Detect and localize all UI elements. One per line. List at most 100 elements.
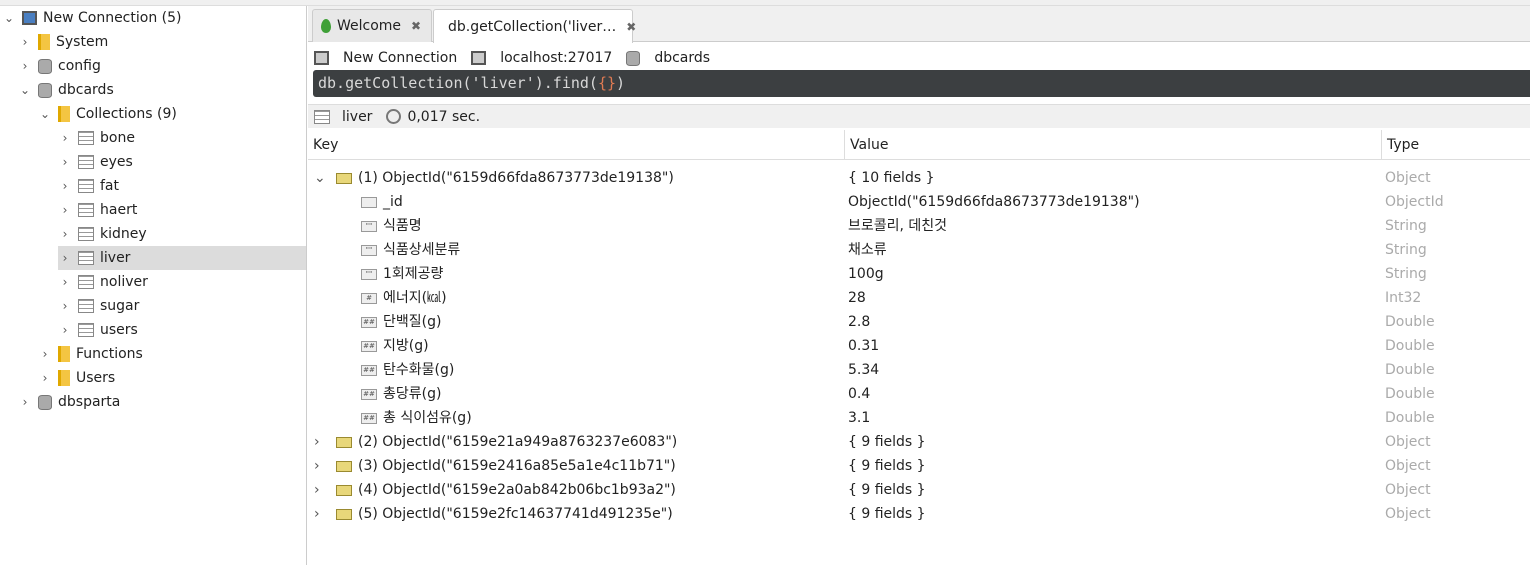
chevron-right-icon[interactable]: › [314,454,320,478]
tree-node-label: noliver [100,274,148,290]
tree-node-label: Functions [76,346,143,362]
table-row[interactable]: ## 단백질(g) 2.8 Double [308,310,1530,334]
row-type: Object [1385,434,1431,450]
tree-node[interactable]: › sugar [58,294,306,318]
folder-icon [58,346,70,362]
table-row[interactable]: ## 총 식이섬유(g) 3.1 Double [308,406,1530,430]
chevron-right-icon[interactable]: › [38,342,52,366]
connection-label: New Connection (5) [43,10,182,26]
chevron-right-icon[interactable]: › [58,318,72,342]
table-row[interactable]: › (2) ObjectId("6159e21a949a8763237e6083"… [308,430,1530,454]
table-row[interactable]: _id ObjectId("6159d66fda8673773de19138") O… [308,190,1530,214]
chevron-right-icon[interactable]: › [58,174,72,198]
tree-node[interactable]: › noliver [58,270,306,294]
chevron-down-icon[interactable]: ⌄ [38,102,52,126]
table-row[interactable]: › (5) ObjectId("6159e2fc14637741d491235e"… [308,502,1530,526]
row-key: (4) ObjectId("6159e2a0ab842b06bc1b93a2") [358,482,676,498]
column-type[interactable]: Type [1382,130,1530,160]
tree-node[interactable]: ⌄ Collections (9) [38,102,177,126]
row-key: (2) ObjectId("6159e21a949a8763237e6083") [358,434,678,450]
row-key: 에너지(㎉) [383,290,447,306]
chevron-right-icon[interactable]: › [58,294,72,318]
tree-node[interactable]: › kidney [58,222,306,246]
row-type: Object [1385,458,1431,474]
chevron-right-icon[interactable]: › [38,366,52,390]
status-time: 0,017 sec. [407,108,481,125]
tree-node[interactable]: › config [18,54,101,78]
chevron-down-icon[interactable]: ⌄ [18,78,32,102]
tab-query[interactable]: db.getCollection('liver… ✖ [433,9,636,43]
query-text: db.getCollection('liver').find( [318,74,598,92]
main-panel: Welcome ✖ db.getCollection('liver… ✖ New C… [308,6,1530,565]
row-key: (3) ObjectId("6159e2416a85e5a1e4c11b71") [358,458,676,474]
table-row[interactable]: ## 탄수화물(g) 5.34 Double [308,358,1530,382]
row-value: 0.4 [848,386,871,402]
tree-connection[interactable]: ⌄ New Connection (5) [2,6,182,30]
chevron-right-icon[interactable]: › [58,126,72,150]
string-type-icon: "" [361,220,377,232]
chevron-right-icon[interactable]: › [314,430,320,454]
chevron-right-icon[interactable]: › [58,198,72,222]
close-icon[interactable]: ✖ [411,19,421,33]
collection-icon [78,299,94,313]
chevron-right-icon[interactable]: › [18,54,32,78]
tree-node[interactable]: › users [58,318,306,342]
folder-icon [58,106,70,122]
collection-icon [78,323,94,337]
tree-node-label: dbsparta [58,394,121,410]
row-key: 탄수화물(g) [383,362,455,378]
tree-node[interactable]: › dbsparta [18,390,121,414]
query-close: ) [616,74,626,92]
table-row[interactable]: "" 식품상세분류 채소류 String [308,238,1530,262]
query-editor[interactable]: db.getCollection('liver').find({}) [313,70,1530,97]
clock-icon [386,109,402,124]
chevron-right-icon[interactable]: › [18,30,32,54]
row-type: String [1385,218,1427,234]
chevron-right-icon[interactable]: › [58,150,72,174]
chevron-down-icon[interactable]: ⌄ [314,166,326,190]
column-value[interactable]: Value [845,130,1382,160]
table-row[interactable]: › (3) ObjectId("6159e2416a85e5a1e4c11b71"… [308,454,1530,478]
row-value: 채소류 [848,242,887,258]
chevron-right-icon[interactable]: › [18,390,32,414]
close-icon[interactable]: ✖ [626,20,636,34]
string-type-icon: "" [361,268,377,280]
row-value: 0.31 [848,338,880,354]
tree-node[interactable]: › liver [58,246,306,270]
row-value: { 10 fields } [848,170,935,186]
table-row[interactable]: › (4) ObjectId("6159e2a0ab842b06bc1b93a2"… [308,478,1530,502]
database-icon [38,82,52,98]
table-row[interactable]: ## 지방(g) 0.31 Double [308,334,1530,358]
collection-icon [78,275,94,289]
chevron-right-icon[interactable]: › [58,270,72,294]
tree-node[interactable]: ⌄ dbcards [18,78,114,102]
tree-node[interactable]: › Functions [38,342,143,366]
chevron-right-icon[interactable]: › [58,246,72,270]
computer-icon [22,11,37,25]
objectid-type-icon [361,196,377,208]
table-row[interactable]: ## 총당류(g) 0.4 Double [308,382,1530,406]
breadcrumb: New Connection localhost:27017 dbcards [314,45,710,71]
tree-node[interactable]: › bone [58,126,306,150]
table-row[interactable]: # 에너지(㎉) 28 Int32 [308,286,1530,310]
tree-node[interactable]: › Users [38,366,115,390]
chevron-right-icon[interactable]: › [314,502,320,526]
row-type: Double [1385,362,1435,378]
tree-node[interactable]: › fat [58,174,306,198]
tree-node[interactable]: › haert [58,198,306,222]
chevron-right-icon[interactable]: › [58,222,72,246]
collection-icon [78,155,94,169]
tab-welcome[interactable]: Welcome ✖ [312,9,432,42]
table-row[interactable]: ⌄ (1) ObjectId("6159d66fda8673773de19138"… [308,166,1530,190]
tree-node[interactable]: › eyes [58,150,306,174]
chevron-right-icon[interactable]: › [314,478,320,502]
row-value: 5.34 [848,362,880,378]
row-type: Object [1385,170,1431,186]
column-key[interactable]: Key [308,130,845,160]
table-row[interactable]: "" 식품명 브로콜리, 데친것 String [308,214,1530,238]
tree-node[interactable]: › System [18,30,108,54]
database-icon [38,394,52,410]
table-row[interactable]: "" 1회제공량 100g String [308,262,1530,286]
row-value: { 9 fields } [848,482,926,498]
chevron-down-icon[interactable]: ⌄ [2,6,16,30]
